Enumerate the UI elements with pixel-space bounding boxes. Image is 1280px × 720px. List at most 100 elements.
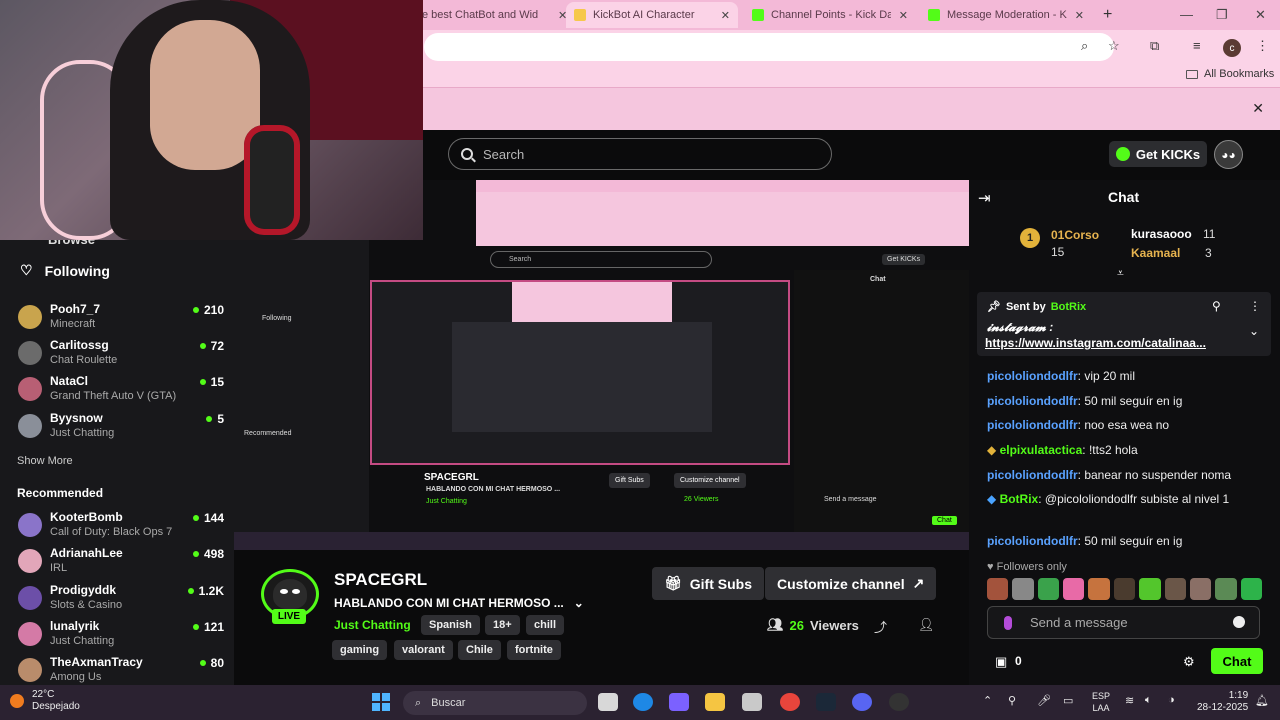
chat-username[interactable]: elpixulatactica — [1000, 443, 1083, 457]
sidebar-item-lunalyrik[interactable]: lunalyrik Just Chatting 121 — [18, 619, 224, 653]
tag-chip[interactable]: gaming — [332, 640, 388, 660]
leader-first-name[interactable]: 01Corso — [1051, 228, 1099, 242]
copilot-icon[interactable] — [669, 693, 689, 711]
extensions-icon[interactable]: ⧉ — [1150, 38, 1159, 54]
gift-subs-button[interactable]: 🎁︎ Gift Subs — [652, 567, 765, 600]
battery-icon[interactable]: ▭ — [1063, 694, 1073, 707]
chat-username[interactable]: picololiondodlfr — [987, 369, 1078, 383]
steam-icon[interactable] — [816, 693, 836, 711]
close-window-icon[interactable]: ✕ — [1255, 7, 1266, 23]
sidebar-item-prodigyddk[interactable]: Prodigyddk Slots & Casino 1.2K — [18, 583, 224, 617]
banner-close-icon[interactable]: ✕ — [1252, 100, 1264, 117]
show-more-link[interactable]: Show More — [17, 455, 73, 467]
stream-category[interactable]: Just Chatting — [334, 618, 411, 632]
channel-name[interactable]: SPACEGRL — [334, 570, 427, 590]
tag-chip[interactable]: 18+ — [485, 615, 520, 635]
share-icon[interactable]: ⤴ — [874, 617, 887, 636]
obs-icon[interactable] — [889, 693, 909, 711]
sidebar-item-carlitossg[interactable]: Carlitossg Chat Roulette 72 — [18, 338, 224, 372]
emote-icon[interactable] — [1240, 578, 1262, 600]
tab-close-icon[interactable]: ✕ — [899, 9, 908, 22]
microphone-icon[interactable]: 🎤︎ — [1037, 694, 1051, 707]
sidebar-item-kooterbomb[interactable]: KooterBomb Call of Duty: Black Ops 7 144 — [18, 510, 224, 544]
emote-icon[interactable] — [1012, 578, 1034, 600]
maximize-icon[interactable]: ❐ — [1216, 7, 1228, 23]
bookmark-star-icon[interactable]: ☆ — [1108, 38, 1120, 54]
emote-icon[interactable] — [1139, 578, 1161, 600]
new-tab-button[interactable]: + — [1103, 6, 1112, 24]
windows-start-icon[interactable] — [372, 693, 390, 711]
weather-widget[interactable]: 22°C Despejado — [10, 689, 80, 713]
pinned-message[interactable]: 📌︎ Sent by BotRix ⚲ ⋮ 𝓲𝓷𝓼𝓽𝓪𝓰𝓻𝓪𝓶 : https:… — [977, 292, 1271, 356]
sidebar-item-byysnow[interactable]: Byysnow Just Chatting 5 — [18, 411, 224, 445]
emote-icon[interactable] — [1164, 578, 1186, 600]
unpin-icon[interactable]: ⚲ — [1212, 299, 1221, 313]
follow-icon[interactable]: 👤︎ — [918, 617, 935, 633]
tab-close-icon[interactable]: ✕ — [1075, 9, 1084, 22]
wifi-icon[interactable]: ≋ — [1125, 694, 1134, 707]
user-avatar[interactable]: ◕◕ — [1214, 140, 1243, 169]
chat-username[interactable]: picololiondodlfr — [987, 468, 1078, 482]
chat-username[interactable]: picololiondodlfr — [987, 534, 1078, 548]
chat-username[interactable]: BotRix — [1000, 492, 1039, 506]
gear-icon[interactable]: ⚙ — [1183, 654, 1195, 670]
notification-bell-icon[interactable]: 🔔︎ — [1255, 694, 1269, 707]
expand-leaderboard-icon[interactable]: ⩡ — [1117, 266, 1124, 281]
volume-icon[interactable]: 🔈︎ — [1145, 694, 1152, 707]
edge-icon[interactable] — [633, 693, 653, 711]
minimize-icon[interactable]: — — [1180, 7, 1193, 22]
emoji-icon[interactable] — [1233, 616, 1245, 628]
chat-username[interactable]: picololiondodlfr — [987, 394, 1078, 408]
taskbar-search[interactable]: ⌕ Buscar — [403, 691, 587, 715]
more-options-icon[interactable]: ⋮ — [1249, 299, 1261, 313]
chat-message-input[interactable]: Send a message — [987, 606, 1260, 639]
search-input[interactable]: Search — [448, 138, 832, 170]
chevron-down-icon[interactable]: ⌄ — [1249, 324, 1259, 338]
leader-second-name[interactable]: kurasaooo — [1131, 227, 1192, 241]
notification-icon[interactable]: ◑ — [1168, 694, 1175, 706]
tab-close-icon[interactable]: ✕ — [721, 9, 730, 22]
file-explorer-icon[interactable] — [705, 693, 725, 711]
sidebar-item-theaxmantracy[interactable]: TheAxmanTracy Among Us 80 — [18, 655, 224, 689]
stream-title-row[interactable]: HABLANDO CON MI CHAT HERMOSO ... ⌄ — [334, 596, 584, 610]
chevron-down-icon[interactable]: ⌄ — [574, 596, 584, 610]
sidebar-item-adrianahlee[interactable]: AdrianahLee IRL 498 — [18, 546, 224, 580]
pinned-link[interactable]: https://www.instagram.com/catalinaa... — [985, 336, 1206, 350]
language-indicator[interactable]: ESP LAA — [1092, 690, 1110, 714]
network-icon[interactable]: ⚲ — [1008, 694, 1016, 707]
tag-chip[interactable]: Chile — [458, 640, 501, 660]
system-clock[interactable]: 1:19 28-12-2025 — [1197, 690, 1248, 714]
sidebar-item-pooh7_7[interactable]: Pooh7_7 Minecraft 210 — [18, 302, 224, 336]
url-input[interactable] — [424, 33, 1114, 61]
browser-tab-active[interactable]: KickBot AI Character ✕ — [566, 2, 738, 28]
sidebar-item-natacl[interactable]: NataCl Grand Theft Auto V (GTA) 15 — [18, 374, 224, 408]
emote-icon[interactable] — [1113, 578, 1136, 600]
browser-tab[interactable]: Channel Points - Kick Dash ✕ — [744, 2, 916, 28]
store-icon[interactable] — [742, 693, 762, 711]
discord-icon[interactable] — [852, 693, 872, 711]
emote-icon[interactable] — [1215, 578, 1237, 600]
tag-chip[interactable]: fortnite — [507, 640, 561, 660]
customize-channel-button[interactable]: Customize channel ↗ — [765, 567, 937, 600]
tag-chip[interactable]: chill — [526, 615, 565, 635]
profile-avatar[interactable]: c — [1223, 39, 1241, 57]
media-control-icon[interactable]: ≡ — [1193, 38, 1201, 53]
gift-box-icon[interactable]: ▣ — [995, 654, 1007, 670]
emote-icon[interactable] — [987, 578, 1009, 600]
collapse-chat-icon[interactable]: ⇥ — [978, 189, 991, 207]
leader-third-name[interactable]: Kaamaal — [1131, 246, 1180, 260]
zoom-icon[interactable]: ⌕ — [1081, 38, 1088, 54]
task-view-icon[interactable] — [598, 693, 618, 711]
tray-chevron-icon[interactable]: ⌃ — [983, 694, 992, 707]
get-kicks-button[interactable]: Get KICKs — [1109, 141, 1207, 167]
tag-chip[interactable]: valorant — [394, 640, 453, 660]
browser-tab[interactable]: e best ChatBot and Wid ✕ — [414, 2, 575, 28]
emote-icon[interactable] — [1063, 578, 1085, 600]
browser-tab[interactable]: Message Moderation - Kic ✕ — [920, 2, 1092, 28]
emote-icon[interactable] — [1189, 578, 1212, 600]
chat-username[interactable]: picololiondodlfr — [987, 418, 1078, 432]
emote-icon[interactable] — [1037, 578, 1060, 600]
emote-icon[interactable] — [1088, 578, 1110, 600]
tag-chip[interactable]: Spanish — [421, 615, 480, 635]
browser-menu-icon[interactable]: ⋮ — [1256, 38, 1269, 54]
